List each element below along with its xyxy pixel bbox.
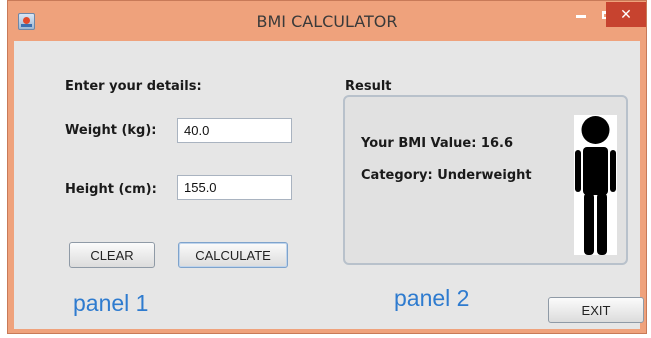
panel-2-caption: panel 2 <box>394 285 470 311</box>
panel-1-caption: panel 1 <box>73 290 149 316</box>
height-label: Height (cm): <box>65 182 157 197</box>
height-input[interactable]: 155.0 <box>177 175 292 200</box>
bmi-value-text: Your BMI Value: 16.6 <box>361 136 514 151</box>
app-window: BMI CALCULATOR ✕ Enter your details: Wei… <box>7 0 647 334</box>
title-bar[interactable]: BMI CALCULATOR ✕ <box>8 1 646 41</box>
calculate-button[interactable]: CALCULATE <box>178 242 288 268</box>
exit-button[interactable]: EXIT <box>548 297 644 323</box>
weight-input[interactable]: 40.0 <box>177 118 292 143</box>
content-pane: Enter your details: Weight (kg): 40.0 He… <box>14 41 644 329</box>
close-icon: ✕ <box>620 6 632 23</box>
person-figure <box>574 115 617 255</box>
weight-label: Weight (kg): <box>65 123 157 138</box>
details-heading: Enter your details: <box>65 79 202 94</box>
minimize-button[interactable] <box>568 2 594 27</box>
person-silhouette-icon <box>575 116 616 255</box>
clear-button[interactable]: CLEAR <box>69 242 155 268</box>
close-button[interactable]: ✕ <box>606 2 646 27</box>
category-text: Category: Underweight <box>361 168 532 183</box>
result-heading: Result <box>345 79 392 94</box>
minimize-icon <box>576 15 586 18</box>
window-title: BMI CALCULATOR <box>256 12 398 31</box>
